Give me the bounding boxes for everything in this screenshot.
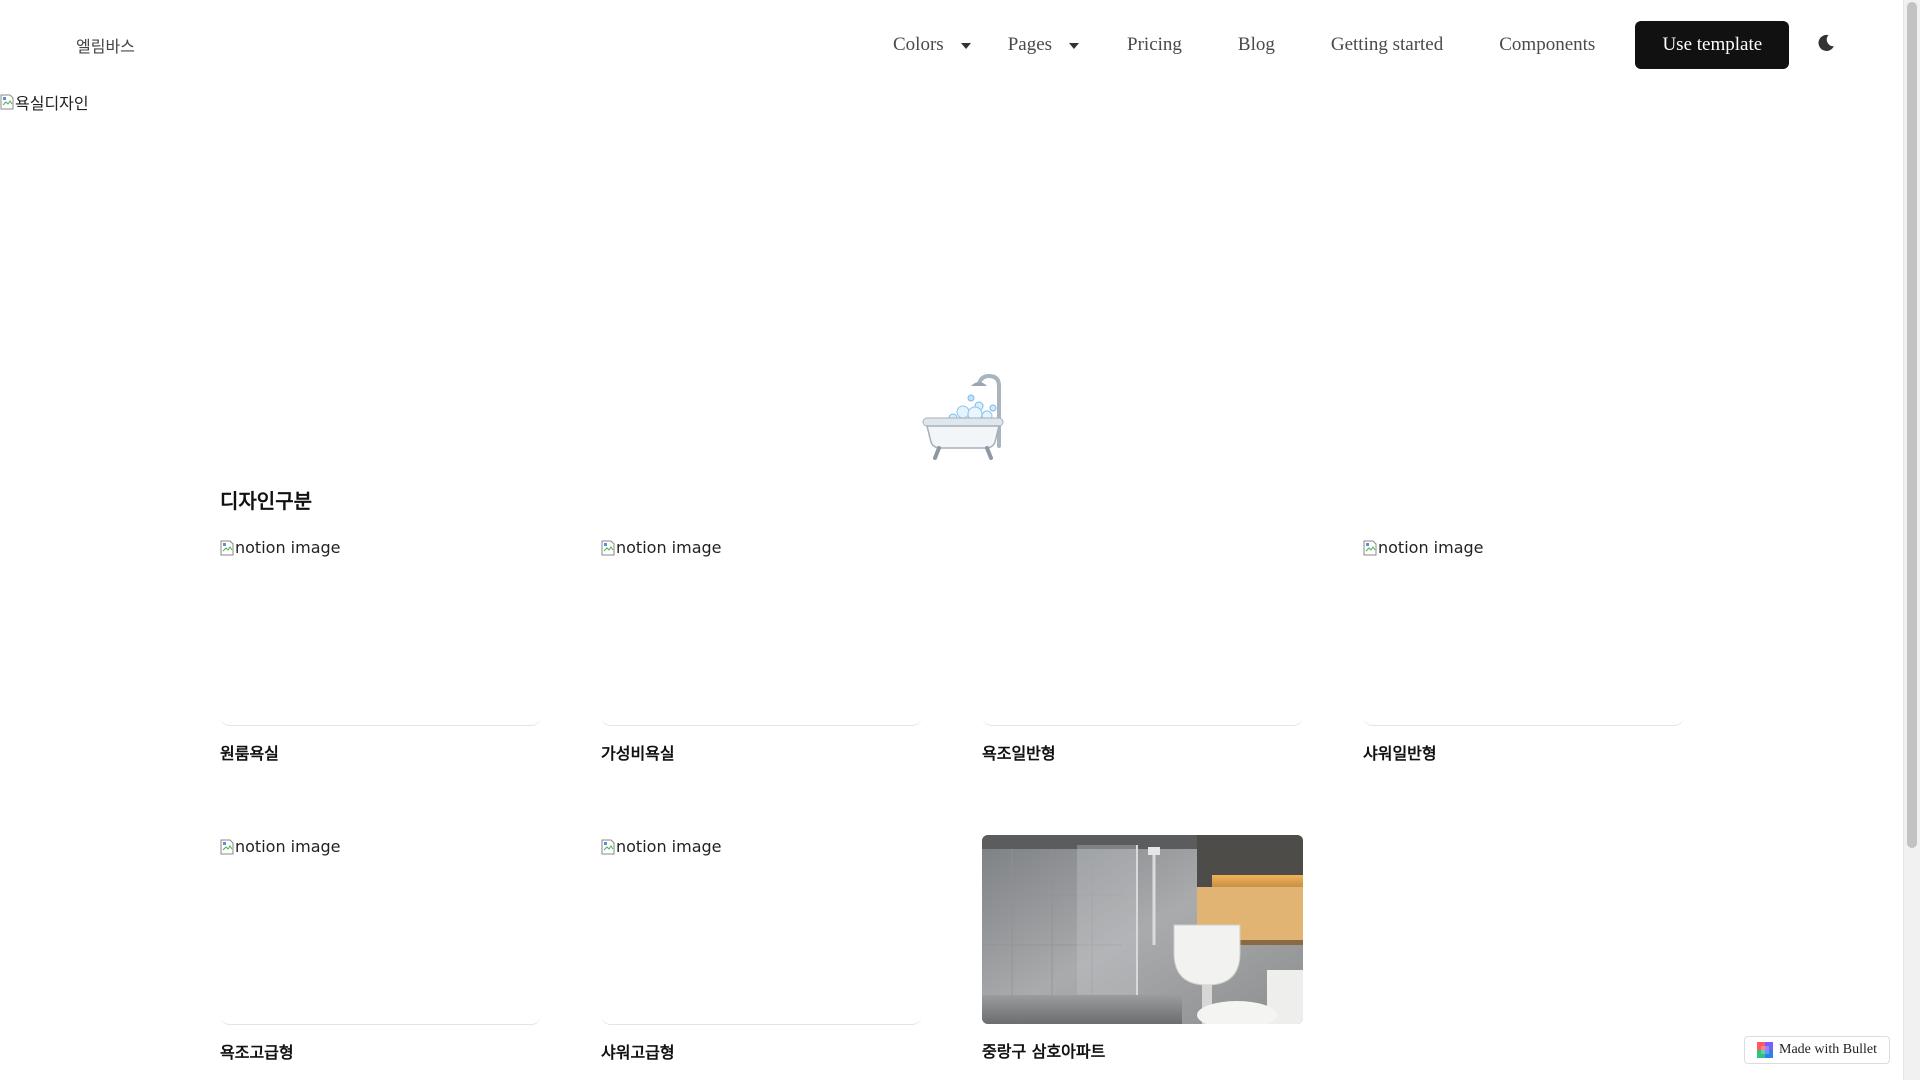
card-image-alt: notion image — [601, 837, 722, 856]
card-image-alt-text: notion image — [235, 837, 341, 856]
nav-components-link[interactable]: Components — [1499, 34, 1595, 56]
made-with-bullet-badge[interactable]: Made with Bullet — [1744, 1036, 1890, 1064]
moon-icon[interactable] — [1816, 33, 1836, 53]
nav-pages-dropdown[interactable]: Pages — [1007, 34, 1080, 56]
card-image: notion image — [601, 835, 922, 1025]
page: 엘림바스 Colors Pages Pricing Blog Getting s… — [0, 0, 1904, 1080]
card-image-alt: notion image — [220, 837, 341, 856]
nav-pages-label: Pages — [1007, 34, 1053, 55]
card-image: notion image — [220, 536, 541, 726]
card-tub-standard[interactable]: 욕조일반형 — [982, 536, 1303, 835]
nav-colors-dropdown[interactable]: Colors — [893, 34, 971, 56]
bathroom-photo — [982, 835, 1303, 1024]
design-card-grid: notion image 원룸욕실 notion image 가성비욕실 욕조일… — [220, 536, 1686, 1080]
scrollbar-thumb[interactable] — [1907, 2, 1917, 848]
broken-image-icon — [0, 94, 14, 110]
card-image-alt-text: notion image — [235, 538, 341, 557]
card-title: 샤워일반형 — [1363, 744, 1437, 763]
card-image-alt-text: notion image — [616, 538, 722, 557]
bullet-logo-icon — [1757, 1042, 1773, 1058]
card-shower-standard[interactable]: notion image 샤워일반형 — [1363, 536, 1684, 835]
card-image-alt-text: notion image — [616, 837, 722, 856]
bathroom-photo-illustration — [982, 835, 1303, 1024]
card-title: 가성비욕실 — [601, 744, 675, 763]
card-image-alt: notion image — [601, 538, 722, 557]
use-template-button[interactable]: Use template — [1635, 21, 1790, 69]
card-image — [982, 536, 1303, 726]
section-title: 디자인구분 — [220, 489, 312, 513]
caret-down-icon — [1069, 43, 1080, 49]
card-title: 욕조고급형 — [220, 1043, 294, 1062]
cover-alt-text: 욕실디자인 — [15, 94, 89, 113]
card-image: notion image — [1363, 536, 1684, 726]
vertical-scrollbar[interactable] — [1903, 0, 1920, 1080]
nav-pricing-link[interactable]: Pricing — [1127, 34, 1182, 56]
card-title: 원룸욕실 — [220, 744, 279, 763]
card-image-alt: notion image — [220, 538, 341, 557]
broken-image-icon — [601, 839, 615, 854]
broken-image-icon — [1363, 540, 1377, 555]
nav-blog-link[interactable]: Blog — [1238, 34, 1275, 56]
card-value-bath[interactable]: notion image 가성비욕실 — [601, 536, 922, 835]
caret-down-icon — [960, 43, 971, 49]
bathtub-icon — [922, 373, 1004, 460]
card-title: 욕조일반형 — [982, 744, 1056, 763]
broken-image-icon — [601, 540, 615, 555]
card-jungnang-samho-apartment[interactable]: 중랑구 삼호아파트 — [982, 835, 1303, 1080]
nav-colors-label: Colors — [893, 34, 944, 55]
card-tub-premium[interactable]: notion image 욕조고급형 — [220, 835, 541, 1080]
badge-label: Made with Bullet — [1779, 1042, 1877, 1057]
main-nav: Colors Pages Pricing Blog Getting starte… — [878, 21, 1790, 69]
header: 엘림바스 Colors Pages Pricing Blog Getting s… — [0, 0, 1904, 90]
nav-getting-started-link[interactable]: Getting started — [1331, 34, 1443, 56]
card-one-room-bath[interactable]: notion image 원룸욕실 — [220, 536, 541, 835]
card-image: notion image — [601, 536, 922, 726]
logo-text[interactable]: 엘림바스 — [76, 33, 135, 57]
cover-image: 욕실디자인 — [0, 90, 89, 114]
card-title: 샤워고급형 — [601, 1043, 675, 1062]
card-image: notion image — [220, 835, 541, 1025]
card-image-alt-text: notion image — [1378, 538, 1484, 557]
broken-image-icon — [220, 540, 234, 555]
broken-image-icon — [220, 839, 234, 854]
card-shower-premium[interactable]: notion image 샤워고급형 — [601, 835, 922, 1080]
card-title: 중랑구 삼호아파트 — [982, 1042, 1106, 1061]
card-image-alt: notion image — [1363, 538, 1484, 557]
